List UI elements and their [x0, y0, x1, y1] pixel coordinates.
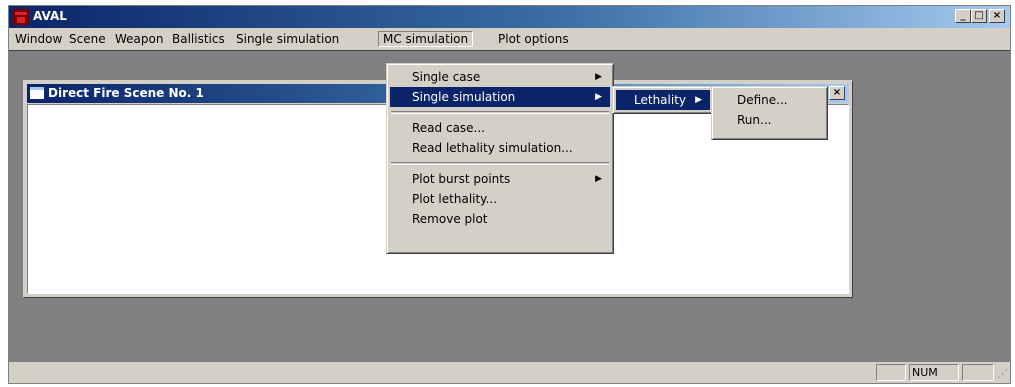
- minimize-button[interactable]: _: [955, 9, 971, 23]
- scene-close-button[interactable]: ×: [829, 86, 845, 100]
- menu-item-remove-plot[interactable]: Remove plot: [390, 209, 610, 229]
- menu-item-read-case[interactable]: Read case...: [390, 118, 610, 138]
- menu-weapon[interactable]: Weapon: [111, 31, 167, 47]
- menu-mc-simulation[interactable]: MC simulation: [378, 31, 474, 47]
- mc-simulation-menu: Single case ▶ Single simulation ▶ Read cas…: [386, 63, 614, 254]
- menu-scene[interactable]: Scene: [65, 31, 110, 47]
- submenu-arrow-icon: ▶: [595, 174, 602, 184]
- menu-bar: Window Scene Weapon Ballistics Single si…: [9, 28, 1010, 49]
- menu-item-label: Lethality: [634, 93, 686, 107]
- single-simulation-submenu: Lethality ▶: [612, 86, 714, 114]
- app-icon[interactable]: [13, 9, 29, 25]
- scene-window-title: Direct Fire Scene No. 1: [48, 86, 204, 100]
- submenu-arrow-icon: ▶: [595, 72, 602, 82]
- submenu-arrow-icon: ▶: [595, 92, 602, 102]
- menu-item-label: Plot burst points: [412, 172, 511, 186]
- menu-plot-options[interactable]: Plot options: [494, 31, 573, 47]
- menu-single-simulation[interactable]: Single simulation: [232, 31, 343, 47]
- menu-separator: [391, 111, 609, 114]
- status-pane-empty: [876, 364, 906, 381]
- submenu-arrow-icon: ▶: [695, 95, 702, 105]
- menu-ballistics[interactable]: Ballistics: [168, 31, 229, 47]
- menu-separator: [391, 162, 609, 165]
- app-title: AVAL: [33, 9, 67, 23]
- close-button[interactable]: ×: [989, 9, 1005, 23]
- title-bar[interactable]: AVAL _ □ ×: [9, 6, 1010, 28]
- status-pane-scroll: [962, 364, 994, 381]
- status-num-indicator: NUM: [909, 364, 959, 381]
- lethality-submenu: Define... Run...: [711, 86, 828, 140]
- menu-item-label: Single simulation: [412, 90, 516, 104]
- resize-grip-icon[interactable]: ⋰: [997, 367, 1008, 380]
- status-bar: NUM ⋰: [9, 362, 1010, 383]
- menu-item-define[interactable]: Define...: [715, 90, 824, 110]
- menu-item-label: Single case: [412, 70, 481, 84]
- menu-window[interactable]: Window: [11, 31, 66, 47]
- menu-item-plot-lethality[interactable]: Plot lethality...: [390, 189, 610, 209]
- menu-item-read-lethality-simulation[interactable]: Read lethality simulation...: [390, 138, 610, 158]
- menu-item-plot-burst-points[interactable]: Plot burst points ▶: [390, 169, 610, 189]
- menu-item-run[interactable]: Run...: [715, 110, 824, 130]
- maximize-button[interactable]: □: [971, 9, 987, 23]
- document-icon: [30, 87, 44, 99]
- menu-item-lethality[interactable]: Lethality ▶: [616, 90, 710, 110]
- menu-item-single-simulation[interactable]: Single simulation ▶: [390, 87, 610, 107]
- menu-item-single-case[interactable]: Single case ▶: [390, 67, 610, 87]
